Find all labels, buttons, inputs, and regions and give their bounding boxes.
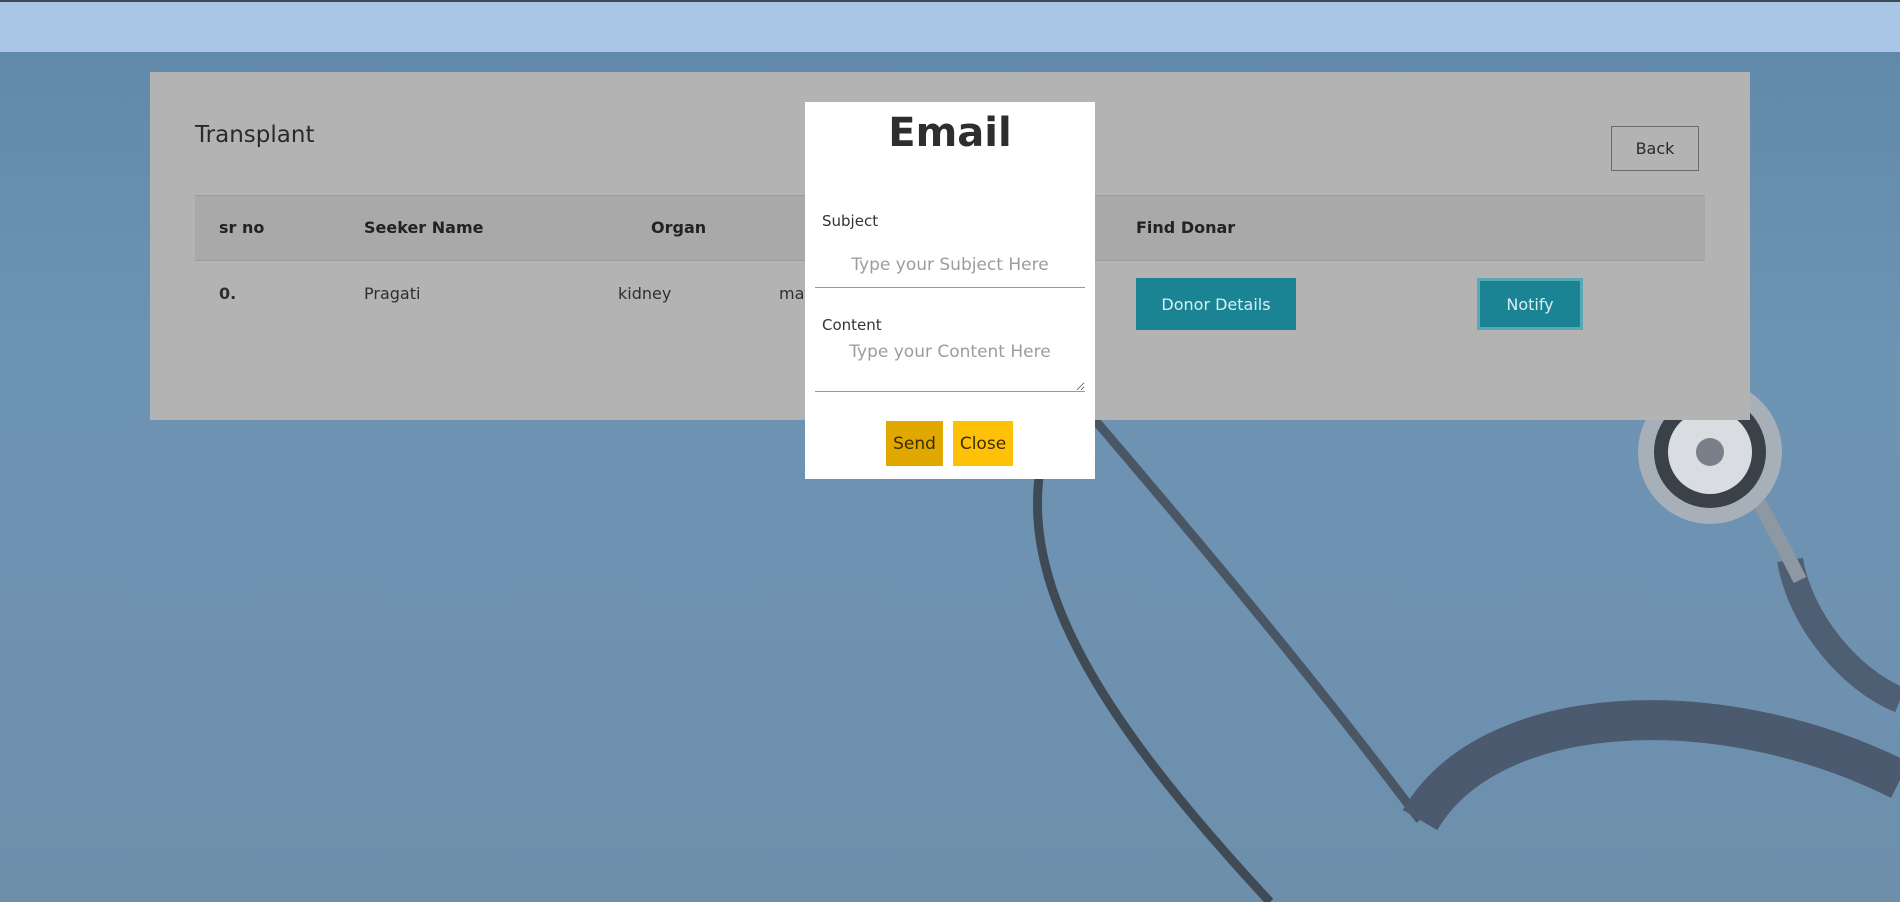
email-modal: Email Subject Content Send Close — [805, 102, 1095, 479]
page-title: Transplant — [195, 122, 315, 148]
donor-details-button[interactable]: Donor Details — [1136, 278, 1296, 330]
back-button[interactable]: Back — [1611, 126, 1699, 171]
column-header-find-donar: Find Donar — [1136, 218, 1236, 237]
content-label: Content — [822, 316, 882, 334]
content-textarea[interactable] — [815, 338, 1085, 392]
cell-seeker-name: Pragati — [364, 284, 421, 303]
send-button[interactable]: Send — [886, 421, 943, 466]
cell-sr-no: 0. — [219, 284, 237, 303]
column-header-seeker-name: Seeker Name — [364, 218, 484, 237]
column-header-organ: Organ — [651, 218, 707, 237]
notify-button[interactable]: Notify — [1477, 278, 1583, 330]
cell-organ: kidney — [618, 284, 672, 303]
page: Transplant Back sr no Seeker Name Organ … — [0, 0, 1900, 902]
subject-label: Subject — [822, 212, 879, 230]
subject-input[interactable] — [815, 242, 1085, 288]
modal-title: Email — [888, 110, 1012, 156]
close-button[interactable]: Close — [953, 421, 1013, 466]
column-header-sr-no: sr no — [219, 218, 265, 237]
